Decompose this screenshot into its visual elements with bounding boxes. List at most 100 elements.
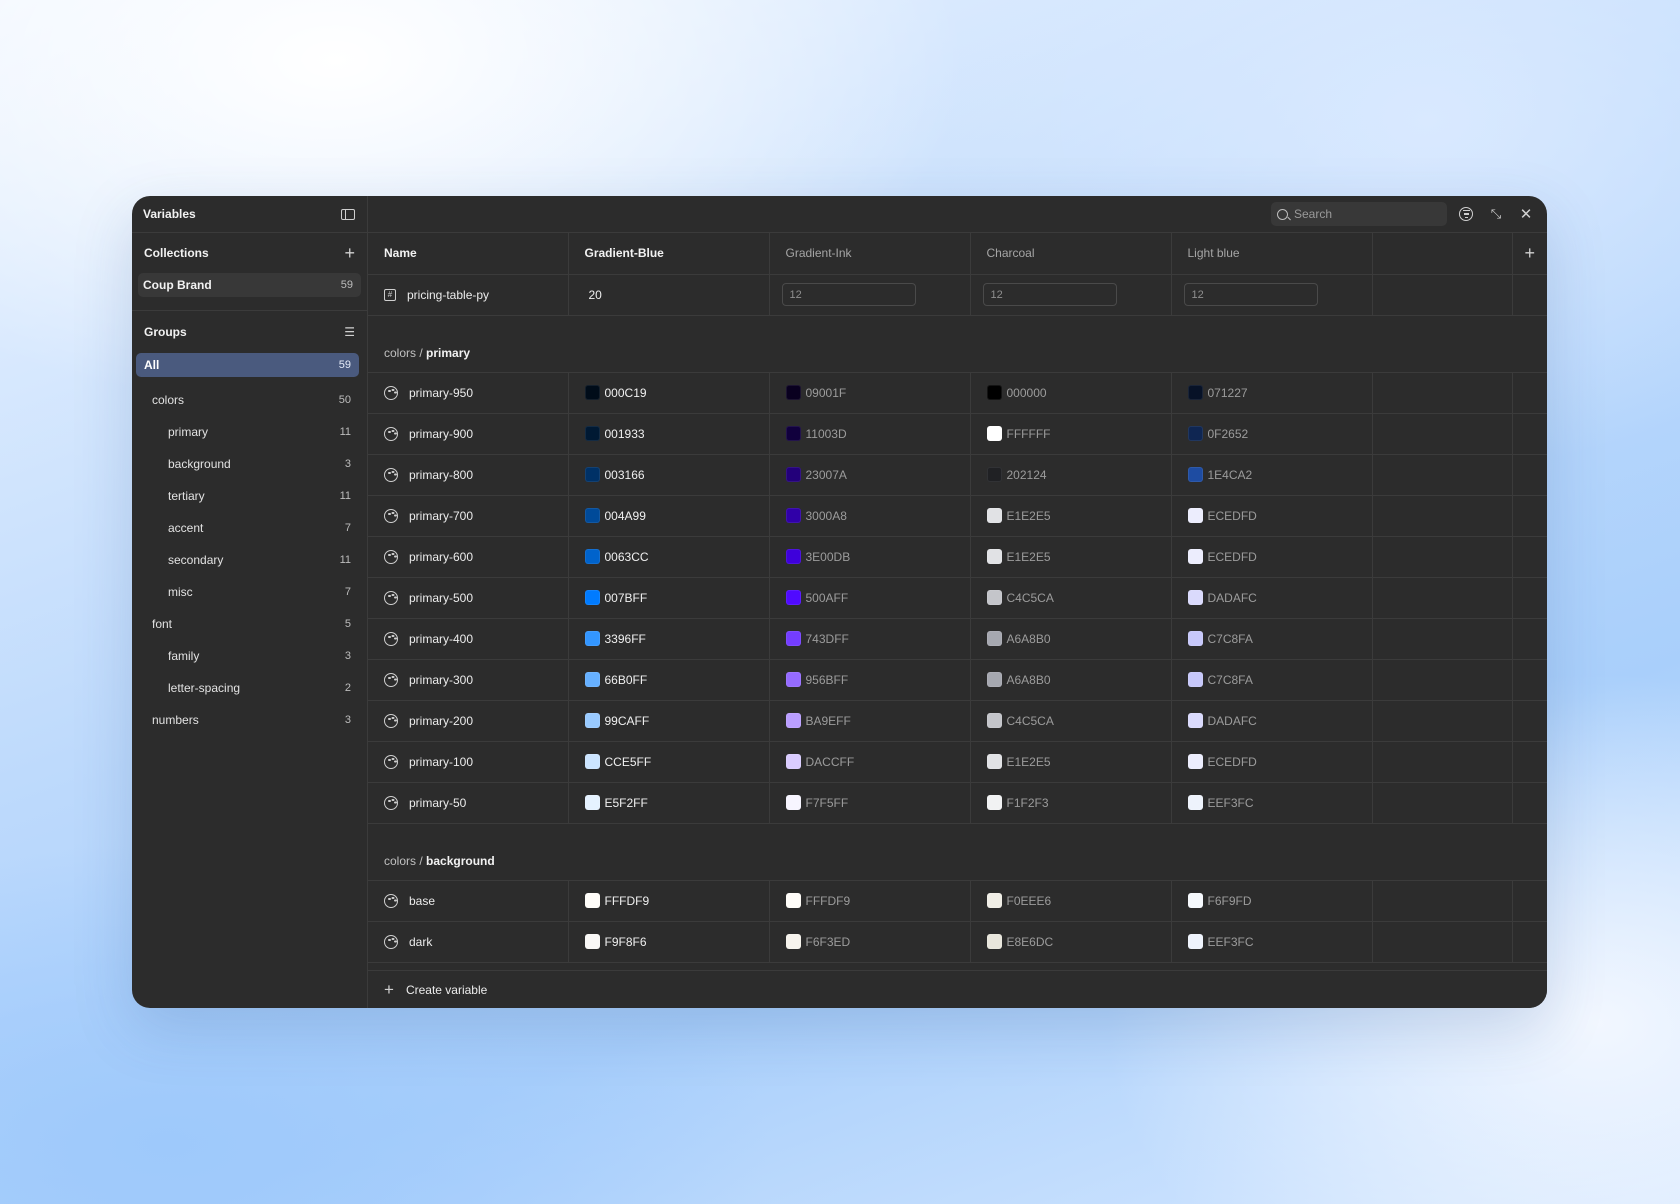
color-swatch[interactable]	[785, 590, 801, 605]
value-cell[interactable]: 23007A	[769, 454, 971, 496]
color-value[interactable]: ECEDFD	[1208, 755, 1257, 769]
color-value[interactable]: 743DFF	[806, 632, 849, 646]
color-swatch[interactable]	[785, 754, 801, 769]
collection-item[interactable]: Coup Brand 59	[138, 273, 361, 297]
value-cell[interactable]: A6A8B0	[970, 618, 1172, 660]
value-cell[interactable]: ECEDFD	[1171, 741, 1373, 783]
color-value[interactable]: F7F5FF	[806, 796, 849, 810]
number-value-input[interactable]: 12	[982, 283, 1117, 306]
number-value-input[interactable]: 12	[1183, 283, 1318, 306]
color-swatch[interactable]	[584, 713, 600, 728]
color-value[interactable]: DADAFC	[1208, 591, 1257, 605]
color-value[interactable]: ECEDFD	[1208, 550, 1257, 564]
table-row[interactable]: primary-500 007BFF 500AFF C4C5CA DADAFC	[368, 577, 1547, 619]
value-cell[interactable]: 956BFF	[769, 659, 971, 701]
column-header-mode[interactable]: Light blue	[1171, 233, 1373, 275]
value-cell[interactable]: 99CAFF	[568, 700, 770, 742]
value-cell[interactable]: FFFDF9	[568, 880, 770, 922]
color-swatch[interactable]	[986, 754, 1002, 769]
value-cell[interactable]: A6A8B0	[970, 659, 1172, 701]
value-cell[interactable]: F0EEE6	[970, 880, 1172, 922]
color-swatch[interactable]	[986, 467, 1002, 482]
group-item[interactable]: accent 7	[132, 512, 367, 544]
value-cell[interactable]: 202124	[970, 454, 1172, 496]
value-cell[interactable]: E8E6DC	[970, 921, 1172, 963]
value-cell[interactable]: EEF3FC	[1171, 782, 1373, 824]
value-cell[interactable]: ECEDFD	[1171, 495, 1373, 537]
value-cell[interactable]: C4C5CA	[970, 577, 1172, 619]
color-swatch[interactable]	[986, 631, 1002, 646]
color-value[interactable]: F0EEE6	[1007, 894, 1052, 908]
color-value[interactable]: E1E2E5	[1007, 550, 1051, 564]
value-cell[interactable]: 12	[970, 274, 1172, 316]
color-swatch[interactable]	[785, 385, 801, 400]
value-cell[interactable]: 0063CC	[568, 536, 770, 578]
close-button[interactable]: ✕	[1515, 203, 1537, 225]
color-swatch[interactable]	[986, 672, 1002, 687]
color-swatch[interactable]	[986, 795, 1002, 810]
group-item[interactable]: colors 50	[132, 384, 367, 416]
color-value[interactable]: 0F2652	[1208, 427, 1249, 441]
value-cell[interactable]: 500AFF	[769, 577, 971, 619]
color-swatch[interactable]	[1187, 426, 1203, 441]
value-cell[interactable]: 071227	[1171, 372, 1373, 414]
value-cell[interactable]: FFFFFF	[970, 413, 1172, 455]
color-value[interactable]: 003166	[605, 468, 645, 482]
color-value[interactable]: F6F3ED	[806, 935, 851, 949]
color-value[interactable]: FFFFFF	[1007, 427, 1051, 441]
color-swatch[interactable]	[1187, 672, 1203, 687]
value-cell[interactable]: ECEDFD	[1171, 536, 1373, 578]
column-header-mode[interactable]: Gradient-Ink	[769, 233, 971, 275]
color-swatch[interactable]	[584, 631, 600, 646]
search-box[interactable]	[1271, 202, 1447, 226]
value-cell[interactable]: 3E00DB	[769, 536, 971, 578]
color-value[interactable]: 1E4CA2	[1208, 468, 1253, 482]
color-swatch[interactable]	[1187, 934, 1203, 949]
color-value[interactable]: EEF3FC	[1208, 935, 1254, 949]
group-item[interactable]: misc 7	[132, 576, 367, 608]
color-swatch[interactable]	[584, 508, 600, 523]
color-swatch[interactable]	[1187, 754, 1203, 769]
color-swatch[interactable]	[1187, 795, 1203, 810]
color-swatch[interactable]	[785, 713, 801, 728]
color-swatch[interactable]	[785, 934, 801, 949]
color-value[interactable]: A6A8B0	[1007, 673, 1051, 687]
color-swatch[interactable]	[1187, 549, 1203, 564]
value-cell[interactable]: E1E2E5	[970, 495, 1172, 537]
value-cell[interactable]: 11003D	[769, 413, 971, 455]
color-value[interactable]: FFFDF9	[605, 894, 650, 908]
table-row[interactable]: primary-700 004A99 3000A8 E1E2E5 ECEDFD	[368, 495, 1547, 537]
table-row[interactable]: primary-200 99CAFF BA9EFF C4C5CA DADAFC	[368, 700, 1547, 742]
group-item[interactable]: primary 11	[132, 416, 367, 448]
color-swatch[interactable]	[785, 795, 801, 810]
color-swatch[interactable]	[785, 631, 801, 646]
color-value[interactable]: 3396FF	[605, 632, 646, 646]
value-cell[interactable]: BA9EFF	[769, 700, 971, 742]
group-item[interactable]: font 5	[132, 608, 367, 640]
color-value[interactable]: C4C5CA	[1007, 591, 1054, 605]
color-value[interactable]: 000000	[1007, 386, 1047, 400]
table-row[interactable]: primary-400 3396FF 743DFF A6A8B0 C7C8FA	[368, 618, 1547, 660]
value-cell[interactable]: 003166	[568, 454, 770, 496]
color-value[interactable]: E1E2E5	[1007, 755, 1051, 769]
value-cell[interactable]: 000000	[970, 372, 1172, 414]
color-value[interactable]: F1F2F3	[1007, 796, 1049, 810]
color-swatch[interactable]	[1187, 467, 1203, 482]
table-row[interactable]: primary-950 000C19 09001F 000000 071227	[368, 372, 1547, 414]
color-swatch[interactable]	[584, 590, 600, 605]
color-swatch[interactable]	[986, 590, 1002, 605]
color-swatch[interactable]	[1187, 713, 1203, 728]
color-swatch[interactable]	[584, 672, 600, 687]
group-item[interactable]: letter-spacing 2	[132, 672, 367, 704]
color-swatch[interactable]	[584, 467, 600, 482]
value-cell[interactable]: E1E2E5	[970, 536, 1172, 578]
color-value[interactable]: 3E00DB	[806, 550, 851, 564]
column-header-name[interactable]: Name	[368, 233, 569, 275]
value-cell[interactable]: F9F8F6	[568, 921, 770, 963]
color-value[interactable]: BA9EFF	[806, 714, 851, 728]
color-value[interactable]: ECEDFD	[1208, 509, 1257, 523]
value-cell[interactable]: E5F2FF	[568, 782, 770, 824]
color-swatch[interactable]	[584, 549, 600, 564]
value-cell[interactable]: FFFDF9	[769, 880, 971, 922]
add-collection-icon[interactable]: +	[344, 244, 355, 262]
